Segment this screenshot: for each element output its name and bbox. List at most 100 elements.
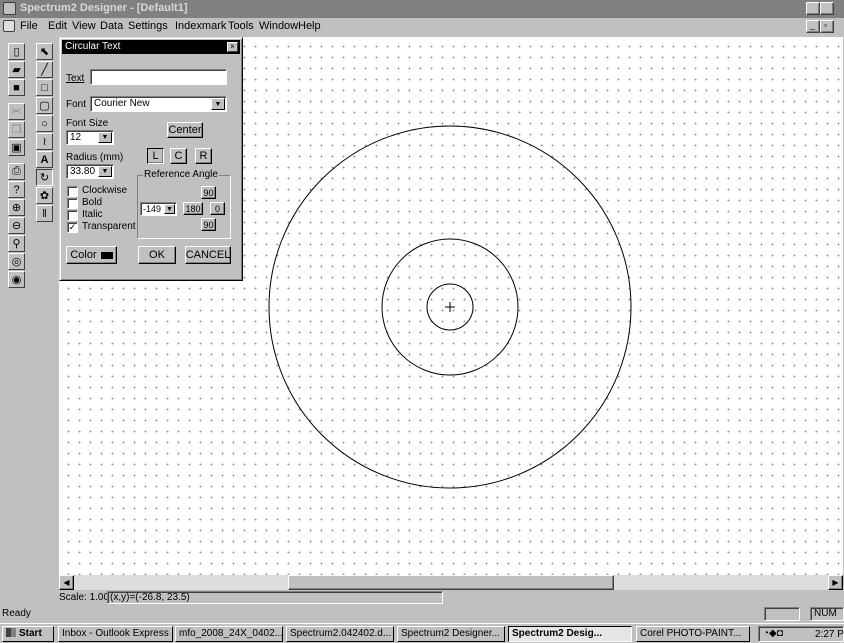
taskbar: Start Inbox - Outlook Express mfo_2008_2… — [0, 623, 844, 643]
font-size-select[interactable]: 12 ▼ — [66, 130, 114, 145]
drawing-toolbar: ⬉ ╱ □ ▢ ○ ≀ A ↻ ✿ ‖ — [33, 37, 59, 237]
barcode-tool-icon[interactable]: ‖ — [36, 205, 53, 222]
doc-minimize-button[interactable]: _ — [806, 20, 820, 33]
menu-indexmark[interactable]: Indexmark — [175, 20, 226, 32]
text-tool-icon[interactable]: A — [36, 151, 53, 168]
circular-text-dialog: Circular Text × Text Font Courier New ▼ … — [59, 37, 243, 281]
transparent-checkbox[interactable]: ✓ — [67, 222, 78, 233]
align-right-button[interactable]: R — [195, 148, 212, 164]
doc-restore-button[interactable]: ▫ — [820, 20, 834, 33]
angle-0-button[interactable]: 0 — [210, 202, 225, 215]
copy-icon[interactable]: ❐ — [8, 121, 25, 138]
save-icon[interactable]: ■ — [8, 79, 25, 96]
menu-window[interactable]: Window — [259, 20, 298, 32]
windows-logo-icon — [6, 628, 16, 637]
maximize-button[interactable]: □ — [820, 2, 834, 15]
zoom-in-icon[interactable]: ⊕ — [8, 199, 25, 216]
cancel-button[interactable]: CANCEL — [185, 246, 231, 264]
title-bar: Spectrum2 Designer - [Default1] _ □ — [0, 0, 844, 18]
print-icon[interactable]: ⎙ — [8, 163, 25, 180]
reference-angle-label: Reference Angle — [143, 169, 219, 180]
caps-indicator — [764, 607, 800, 621]
bold-label: Bold — [82, 197, 103, 208]
help-icon[interactable]: ? — [8, 181, 25, 198]
clockwise-label: Clockwise — [82, 185, 128, 196]
font-size-label: Font Size — [66, 118, 109, 129]
menu-settings[interactable]: Settings — [128, 20, 168, 32]
dialog-close-button[interactable]: × — [227, 42, 238, 52]
reference-angle-select[interactable]: -149 ▼ — [140, 202, 177, 216]
font-select[interactable]: Courier New ▼ — [90, 96, 227, 112]
coords-text: (x,y)=(-26.8, 23.5) — [110, 592, 190, 603]
zoom-out-icon[interactable]: ⊖ — [8, 217, 25, 234]
radius-label: Radius (mm) — [66, 152, 124, 163]
app-icon — [3, 2, 16, 15]
dialog-title: Circular Text — [65, 41, 121, 52]
angle-90-bottom-button[interactable]: 90 — [201, 218, 216, 231]
zoom-icon[interactable]: ⚲ — [8, 235, 25, 252]
minimize-button[interactable]: _ — [806, 2, 820, 15]
task-corel[interactable]: Corel PHOTO-PAINT... — [636, 626, 750, 642]
italic-checkbox[interactable] — [67, 210, 78, 221]
target-icon[interactable]: ◉ — [8, 271, 25, 288]
image-tool-icon[interactable]: ✿ — [36, 187, 53, 204]
horizontal-scrollbar[interactable]: ◀ ▶ — [59, 575, 843, 590]
clock: 2:27 PM — [815, 629, 844, 640]
angle-180-button[interactable]: 180 — [183, 202, 203, 215]
tray-icons[interactable]: ◔◆◘ — [763, 628, 783, 639]
rounded-rect-tool-icon[interactable]: ▢ — [36, 97, 53, 114]
bold-checkbox[interactable] — [67, 198, 78, 209]
radius-select[interactable]: 33.80 ▼ — [66, 164, 114, 179]
rectangle-tool-icon[interactable]: □ — [36, 79, 53, 96]
polyline-tool-icon[interactable]: ≀ — [36, 133, 53, 150]
open-file-icon[interactable]: ▰ — [8, 61, 25, 78]
italic-label: Italic — [82, 209, 103, 220]
ok-button[interactable]: OK — [138, 246, 176, 264]
text-input[interactable] — [90, 69, 227, 85]
menu-help[interactable]: Help — [298, 20, 321, 32]
align-center-button[interactable]: C — [170, 148, 187, 164]
chevron-down-icon[interactable]: ▼ — [98, 132, 112, 143]
coords-field: (x,y)=(-26.8, 23.5) — [107, 591, 443, 604]
text-label: Text — [66, 73, 85, 84]
task-spectrum-active[interactable]: Spectrum2 Desig... — [508, 626, 632, 642]
new-file-icon[interactable]: ▯ — [8, 43, 25, 60]
menu-file[interactable]: File — [20, 20, 38, 32]
color-button[interactable]: Color — [66, 246, 117, 264]
clockwise-checkbox[interactable] — [67, 186, 78, 197]
menu-edit[interactable]: Edit — [48, 20, 67, 32]
document-icon[interactable] — [3, 20, 15, 32]
color-swatch — [100, 251, 113, 259]
window-title: Spectrum2 Designer - [Default1] — [20, 2, 188, 14]
font-label: Font — [66, 99, 87, 110]
paste-icon[interactable]: ▣ — [8, 139, 25, 156]
circular-text-tool-icon[interactable]: ↻ — [36, 169, 53, 186]
task-spectrum-designer[interactable]: Spectrum2 Designer... — [397, 626, 505, 642]
ellipse-tool-icon[interactable]: ○ — [36, 115, 53, 132]
chevron-down-icon[interactable]: ▼ — [164, 204, 175, 214]
system-tray: ◔◆◘ 2:27 PM — [758, 626, 844, 642]
dialog-title-bar: Circular Text × — [62, 40, 240, 54]
transparent-label: Transparent — [82, 221, 136, 232]
center-button[interactable]: Center — [167, 122, 203, 138]
menu-tools[interactable]: Tools — [228, 20, 254, 32]
angle-90-top-button[interactable]: 90 — [201, 186, 216, 199]
select-arrow-icon[interactable]: ⬉ — [36, 43, 53, 60]
menu-data[interactable]: Data — [100, 20, 123, 32]
chevron-down-icon[interactable]: ▼ — [211, 98, 225, 110]
scroll-thumb[interactable] — [288, 575, 614, 590]
chevron-down-icon[interactable]: ▼ — [98, 166, 112, 177]
toolbar-left: ▯ ▰ ■ ✂ ❐ ▣ ⎙ ? ⊕ ⊖ ⚲ ◎ ◉ — [0, 37, 33, 606]
scale-text: Scale: 1.00 — [59, 592, 110, 603]
align-left-button[interactable]: L — [147, 148, 164, 164]
menu-view[interactable]: View — [72, 20, 96, 32]
task-outlook[interactable]: Inbox - Outlook Express — [58, 626, 173, 642]
cut-icon[interactable]: ✂ — [8, 103, 25, 120]
task-mfo[interactable]: mfo_2008_24X_0402... — [175, 626, 283, 642]
task-spectrum-file[interactable]: Spectrum2.042402.d... — [286, 626, 394, 642]
line-tool-icon[interactable]: ╱ — [36, 61, 53, 78]
start-button[interactable]: Start — [2, 626, 54, 642]
scroll-left-arrow-icon[interactable]: ◀ — [59, 575, 74, 590]
disc-icon[interactable]: ◎ — [8, 253, 25, 270]
scroll-right-arrow-icon[interactable]: ▶ — [828, 575, 843, 590]
